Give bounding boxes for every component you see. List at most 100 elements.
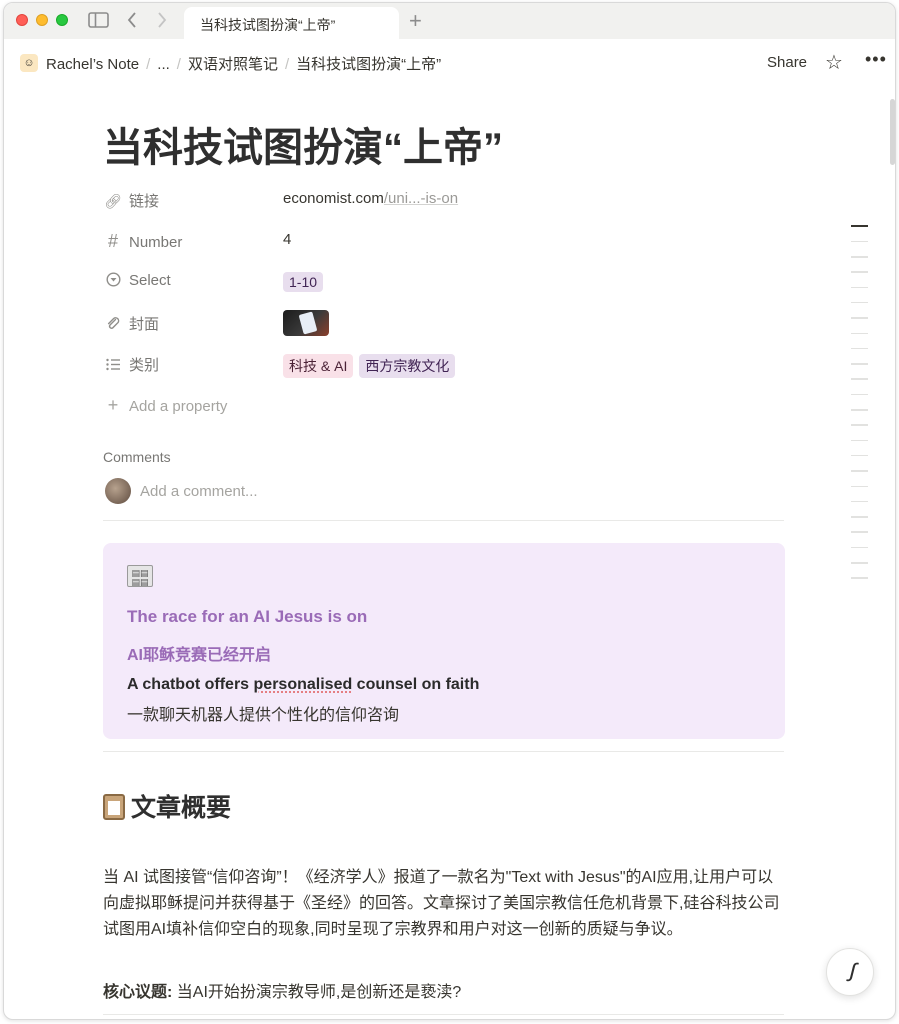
ai-assistant-button[interactable]: ꭍ — [826, 948, 874, 996]
breadcrumb-workspace[interactable]: Rachel’s Note — [46, 56, 139, 73]
callout-chinese-subheadline[interactable]: 一款聊天机器人提供个性化的信仰咨询 — [127, 701, 399, 725]
back-arrow-icon[interactable] — [126, 11, 138, 35]
share-button[interactable]: Share — [767, 54, 807, 71]
page-outline-minimap[interactable] — [849, 225, 869, 593]
breadcrumb: Rachel’s Note /... / 双语对照笔记 / 当科技试图扮演“上帝” — [46, 53, 441, 74]
outline-line — [851, 470, 868, 472]
select-tag[interactable]: 1-10 — [283, 272, 324, 292]
close-window-button[interactable] — [16, 14, 28, 26]
select-chevron-circle-icon — [103, 272, 123, 288]
outline-line — [851, 378, 868, 380]
outline-line — [851, 301, 868, 304]
property-value-link[interactable]: economist.com/uni...-is-on — [283, 190, 458, 207]
add-property-label: Add a property — [129, 398, 228, 415]
property-row-link[interactable]: 🔗︎ 链接 economist.com/uni...-is-on — [103, 181, 783, 222]
section-heading[interactable]: 文章概要 — [103, 788, 231, 824]
hash-icon: # — [107, 231, 118, 251]
favorite-star-icon[interactable]: ☆ — [825, 50, 843, 75]
subheadline-part: counsel on faith — [352, 676, 480, 693]
link-path[interactable]: /uni...-is-on — [384, 190, 458, 207]
property-name-link: 🔗︎ 链接 — [103, 190, 159, 211]
breadcrumb-ellipsis[interactable]: ... — [157, 56, 170, 73]
breadcrumb-separator: / — [146, 56, 151, 73]
outline-line — [851, 256, 868, 258]
outline-line — [851, 347, 868, 350]
attachment-link-icon — [103, 316, 123, 332]
property-row-category[interactable]: 类别 科技 & AI 西方宗教文化 — [103, 345, 783, 386]
page-title[interactable]: 当科技试图扮演“上帝” — [103, 115, 503, 173]
property-label: Number — [129, 234, 183, 251]
outline-line — [851, 286, 868, 289]
spellcheck-word: personalised — [253, 676, 353, 693]
divider — [103, 1014, 784, 1015]
outline-line — [851, 225, 868, 227]
outline-line — [851, 439, 868, 442]
properties-panel: 🔗︎ 链接 economist.com/uni...-is-on # Number … — [103, 181, 783, 427]
property-name-number: # Number — [103, 231, 182, 252]
outline-line — [851, 409, 868, 411]
category-tag[interactable]: 科技 & AI — [283, 354, 354, 378]
outline-line — [851, 393, 868, 396]
breadcrumb-current[interactable]: 当科技试图扮演“上帝” — [296, 56, 441, 73]
callout-english-headline[interactable]: The race for an AI Jesus is on — [127, 607, 367, 627]
property-value-select[interactable]: 1-10 — [283, 272, 329, 292]
divider — [103, 751, 784, 752]
outline-line — [851, 500, 868, 503]
outline-line — [851, 485, 868, 488]
zoom-window-button[interactable] — [56, 14, 68, 26]
link-domain[interactable]: economist.com — [283, 190, 384, 207]
plus-icon: + — [107, 395, 119, 415]
sidebar-toggle-icon[interactable] — [88, 11, 110, 35]
forward-arrow-icon[interactable] — [156, 11, 168, 35]
breadcrumb-separator: / — [284, 56, 290, 73]
outline-line — [851, 454, 868, 457]
property-value-number[interactable]: 4 — [283, 231, 291, 248]
section-heading-text: 文章概要 — [131, 794, 232, 822]
property-name-category: 类别 — [103, 354, 159, 375]
callout-block[interactable]: ▤▤ ▤▤ The race for an AI Jesus is on AI耶稣… — [103, 543, 785, 739]
property-label: Select — [129, 272, 171, 289]
core-issue-label: 核心议题: — [103, 984, 173, 1001]
add-property-button[interactable]: + Add a property — [103, 386, 783, 427]
workspace-avatar-icon: ☺ — [20, 54, 38, 72]
core-issue-text: 当AI开始扮演宗教导师,是创新还是亵渎? — [172, 984, 462, 1001]
outline-line — [851, 240, 868, 243]
breadcrumb-separator: / — [176, 56, 181, 73]
property-label: 类别 — [129, 357, 160, 374]
comment-input[interactable]: Add a comment... — [140, 483, 258, 500]
property-label: 封面 — [129, 316, 160, 333]
new-tab-plus-icon[interactable]: + — [409, 8, 422, 34]
add-property-row: + Add a property — [103, 395, 228, 416]
property-row-cover[interactable]: 封面 — [103, 304, 783, 345]
outline-line — [851, 271, 868, 273]
callout-chinese-headline[interactable]: AI耶稣竞赛已经开启 — [127, 641, 271, 665]
ai-face-icon: ꭍ — [845, 959, 855, 987]
scrollbar-thumb[interactable] — [890, 99, 895, 165]
outline-line — [851, 424, 868, 426]
outline-line — [851, 516, 868, 518]
title-bar: 当科技试图扮演“上帝” + — [4, 3, 895, 39]
clipboard-icon — [103, 794, 125, 820]
list-icon — [103, 357, 123, 373]
minimize-window-button[interactable] — [36, 14, 48, 26]
property-row-number[interactable]: # Number 4 — [103, 222, 783, 263]
property-row-select[interactable]: Select 1-10 — [103, 263, 783, 304]
core-issue-line[interactable]: 核心议题: 当AI开始扮演宗教导师,是创新还是亵渎? — [103, 980, 785, 1006]
more-options-icon[interactable]: ••• — [865, 49, 887, 70]
app-window: 当科技试图扮演“上帝” + ☺ Rachel’s Note /... / 双语对照笔记… — [3, 2, 896, 1020]
property-value-category[interactable]: 科技 & AI 西方宗教文化 — [283, 354, 461, 378]
link-icon: 🔗︎ — [104, 193, 122, 209]
outline-line — [851, 317, 868, 319]
outline-line — [851, 363, 868, 365]
callout-english-subheadline[interactable]: A chatbot offers personalised counsel on… — [127, 676, 479, 694]
category-tag[interactable]: 西方宗教文化 — [359, 354, 456, 378]
tab-current-page[interactable]: 当科技试图扮演“上帝” — [184, 7, 399, 39]
comments-heading: Comments — [103, 449, 171, 465]
property-name-select: Select — [103, 272, 171, 289]
subheadline-part: A chatbot offers — [127, 676, 254, 693]
breadcrumb-parent[interactable]: 双语对照笔记 — [188, 56, 278, 73]
cover-image-thumbnail[interactable] — [283, 310, 329, 336]
summary-paragraph[interactable]: 当 AI 试图接管“信仰咨询”！《经济学人》报道了一款名为"Text with … — [103, 865, 785, 943]
property-label: 链接 — [129, 193, 160, 210]
tab-title: 当科技试图扮演“上帝” — [200, 17, 336, 33]
